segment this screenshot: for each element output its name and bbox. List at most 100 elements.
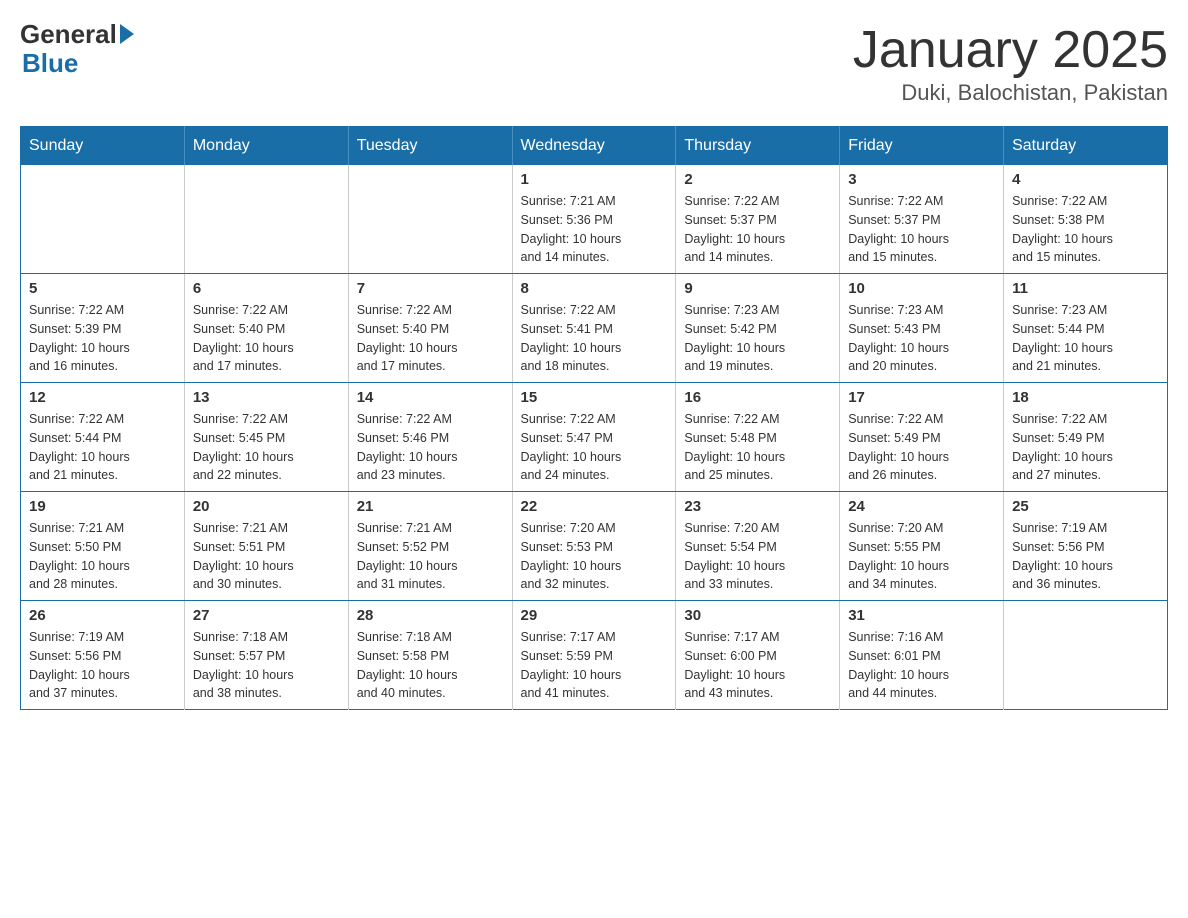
day-info: Sunrise: 7:23 AM Sunset: 5:42 PM Dayligh… (684, 301, 831, 376)
calendar-cell: 25 Sunrise: 7:19 AM Sunset: 5:56 PM Dayli… (1004, 492, 1168, 601)
day-info: Sunrise: 7:18 AM Sunset: 5:57 PM Dayligh… (193, 628, 340, 703)
calendar-header-monday: Monday (184, 127, 348, 166)
calendar-cell: 1 Sunrise: 7:21 AM Sunset: 5:36 PM Daylig… (512, 165, 676, 274)
day-info: Sunrise: 7:19 AM Sunset: 5:56 PM Dayligh… (29, 628, 176, 703)
day-number: 17 (848, 389, 995, 406)
day-number: 14 (357, 389, 504, 406)
calendar-header-saturday: Saturday (1004, 127, 1168, 166)
day-info: Sunrise: 7:22 AM Sunset: 5:37 PM Dayligh… (848, 192, 995, 267)
day-number: 8 (521, 280, 668, 297)
day-info: Sunrise: 7:19 AM Sunset: 5:56 PM Dayligh… (1012, 519, 1159, 594)
calendar-cell (184, 165, 348, 274)
day-info: Sunrise: 7:22 AM Sunset: 5:45 PM Dayligh… (193, 410, 340, 485)
day-info: Sunrise: 7:16 AM Sunset: 6:01 PM Dayligh… (848, 628, 995, 703)
day-info: Sunrise: 7:22 AM Sunset: 5:47 PM Dayligh… (521, 410, 668, 485)
calendar-cell: 22 Sunrise: 7:20 AM Sunset: 5:53 PM Dayli… (512, 492, 676, 601)
calendar-table: SundayMondayTuesdayWednesdayThursdayFrid… (20, 126, 1168, 710)
calendar-cell: 5Sunrise: 7:22 AM Sunset: 5:39 PM Daylig… (21, 274, 185, 383)
logo-general-text: General (20, 20, 117, 49)
day-number: 6 (193, 280, 340, 297)
calendar-cell: 8Sunrise: 7:22 AM Sunset: 5:41 PM Daylig… (512, 274, 676, 383)
calendar-cell: 30Sunrise: 7:17 AM Sunset: 6:00 PM Dayli… (676, 601, 840, 710)
day-info: Sunrise: 7:20 AM Sunset: 5:54 PM Dayligh… (684, 519, 831, 594)
calendar-week-4: 19 Sunrise: 7:21 AM Sunset: 5:50 PM Dayli… (21, 492, 1168, 601)
calendar-cell: 18 Sunrise: 7:22 AM Sunset: 5:49 PM Dayli… (1004, 383, 1168, 492)
calendar-cell: 15 Sunrise: 7:22 AM Sunset: 5:47 PM Dayli… (512, 383, 676, 492)
calendar-cell: 19 Sunrise: 7:21 AM Sunset: 5:50 PM Dayli… (21, 492, 185, 601)
calendar-week-1: 1 Sunrise: 7:21 AM Sunset: 5:36 PM Daylig… (21, 165, 1168, 274)
day-info: Sunrise: 7:22 AM Sunset: 5:37 PM Dayligh… (684, 192, 831, 267)
calendar-cell (21, 165, 185, 274)
calendar-cell (348, 165, 512, 274)
calendar-cell: 2Sunrise: 7:22 AM Sunset: 5:37 PM Daylig… (676, 165, 840, 274)
calendar-cell: 10 Sunrise: 7:23 AM Sunset: 5:43 PM Dayli… (840, 274, 1004, 383)
logo: General Blue (20, 20, 134, 77)
calendar-cell: 21Sunrise: 7:21 AM Sunset: 5:52 PM Dayli… (348, 492, 512, 601)
calendar-header-sunday: Sunday (21, 127, 185, 166)
day-info: Sunrise: 7:21 AM Sunset: 5:52 PM Dayligh… (357, 519, 504, 594)
day-number: 1 (521, 171, 668, 188)
calendar-cell: 4Sunrise: 7:22 AM Sunset: 5:38 PM Daylig… (1004, 165, 1168, 274)
calendar-cell: 16Sunrise: 7:22 AM Sunset: 5:48 PM Dayli… (676, 383, 840, 492)
day-number: 18 (1012, 389, 1159, 406)
day-info: Sunrise: 7:22 AM Sunset: 5:38 PM Dayligh… (1012, 192, 1159, 267)
day-info: Sunrise: 7:22 AM Sunset: 5:40 PM Dayligh… (357, 301, 504, 376)
calendar-cell: 3 Sunrise: 7:22 AM Sunset: 5:37 PM Daylig… (840, 165, 1004, 274)
calendar-cell: 9 Sunrise: 7:23 AM Sunset: 5:42 PM Daylig… (676, 274, 840, 383)
day-info: Sunrise: 7:21 AM Sunset: 5:36 PM Dayligh… (521, 192, 668, 267)
day-number: 31 (848, 607, 995, 624)
day-info: Sunrise: 7:22 AM Sunset: 5:46 PM Dayligh… (357, 410, 504, 485)
day-info: Sunrise: 7:22 AM Sunset: 5:44 PM Dayligh… (29, 410, 176, 485)
day-number: 22 (521, 498, 668, 515)
calendar-cell: 31 Sunrise: 7:16 AM Sunset: 6:01 PM Dayli… (840, 601, 1004, 710)
day-number: 19 (29, 498, 176, 515)
calendar-header-row: SundayMondayTuesdayWednesdayThursdayFrid… (21, 127, 1168, 166)
calendar-cell: 24Sunrise: 7:20 AM Sunset: 5:55 PM Dayli… (840, 492, 1004, 601)
day-info: Sunrise: 7:21 AM Sunset: 5:51 PM Dayligh… (193, 519, 340, 594)
day-number: 11 (1012, 280, 1159, 297)
calendar-header-thursday: Thursday (676, 127, 840, 166)
day-info: Sunrise: 7:22 AM Sunset: 5:49 PM Dayligh… (848, 410, 995, 485)
day-number: 7 (357, 280, 504, 297)
location-title: Duki, Balochistan, Pakistan (853, 80, 1168, 106)
day-number: 26 (29, 607, 176, 624)
logo-arrow-icon (120, 24, 134, 44)
day-number: 3 (848, 171, 995, 188)
calendar-cell: 11Sunrise: 7:23 AM Sunset: 5:44 PM Dayli… (1004, 274, 1168, 383)
day-info: Sunrise: 7:20 AM Sunset: 5:53 PM Dayligh… (521, 519, 668, 594)
day-number: 9 (684, 280, 831, 297)
calendar-cell: 12Sunrise: 7:22 AM Sunset: 5:44 PM Dayli… (21, 383, 185, 492)
day-info: Sunrise: 7:20 AM Sunset: 5:55 PM Dayligh… (848, 519, 995, 594)
calendar-cell: 26 Sunrise: 7:19 AM Sunset: 5:56 PM Dayli… (21, 601, 185, 710)
calendar-cell: 14 Sunrise: 7:22 AM Sunset: 5:46 PM Dayli… (348, 383, 512, 492)
calendar-header-wednesday: Wednesday (512, 127, 676, 166)
title-area: January 2025 Duki, Balochistan, Pakistan (853, 20, 1168, 106)
day-number: 20 (193, 498, 340, 515)
calendar-cell: 13 Sunrise: 7:22 AM Sunset: 5:45 PM Dayli… (184, 383, 348, 492)
day-number: 5 (29, 280, 176, 297)
day-info: Sunrise: 7:17 AM Sunset: 5:59 PM Dayligh… (521, 628, 668, 703)
calendar-cell: 29Sunrise: 7:17 AM Sunset: 5:59 PM Dayli… (512, 601, 676, 710)
day-number: 13 (193, 389, 340, 406)
day-info: Sunrise: 7:22 AM Sunset: 5:40 PM Dayligh… (193, 301, 340, 376)
day-info: Sunrise: 7:21 AM Sunset: 5:50 PM Dayligh… (29, 519, 176, 594)
calendar-cell: 7 Sunrise: 7:22 AM Sunset: 5:40 PM Daylig… (348, 274, 512, 383)
page-header: General Blue January 2025 Duki, Balochis… (20, 20, 1168, 106)
calendar-week-2: 5Sunrise: 7:22 AM Sunset: 5:39 PM Daylig… (21, 274, 1168, 383)
day-info: Sunrise: 7:23 AM Sunset: 5:43 PM Dayligh… (848, 301, 995, 376)
calendar-header-friday: Friday (840, 127, 1004, 166)
calendar-week-5: 26 Sunrise: 7:19 AM Sunset: 5:56 PM Dayli… (21, 601, 1168, 710)
day-info: Sunrise: 7:22 AM Sunset: 5:49 PM Dayligh… (1012, 410, 1159, 485)
day-info: Sunrise: 7:17 AM Sunset: 6:00 PM Dayligh… (684, 628, 831, 703)
logo-blue-text: Blue (20, 49, 134, 78)
calendar-week-3: 12Sunrise: 7:22 AM Sunset: 5:44 PM Dayli… (21, 383, 1168, 492)
day-number: 16 (684, 389, 831, 406)
day-info: Sunrise: 7:18 AM Sunset: 5:58 PM Dayligh… (357, 628, 504, 703)
calendar-cell: 17 Sunrise: 7:22 AM Sunset: 5:49 PM Dayli… (840, 383, 1004, 492)
day-number: 23 (684, 498, 831, 515)
day-number: 15 (521, 389, 668, 406)
day-number: 25 (1012, 498, 1159, 515)
calendar-header-tuesday: Tuesday (348, 127, 512, 166)
day-number: 10 (848, 280, 995, 297)
calendar-cell: 23 Sunrise: 7:20 AM Sunset: 5:54 PM Dayli… (676, 492, 840, 601)
